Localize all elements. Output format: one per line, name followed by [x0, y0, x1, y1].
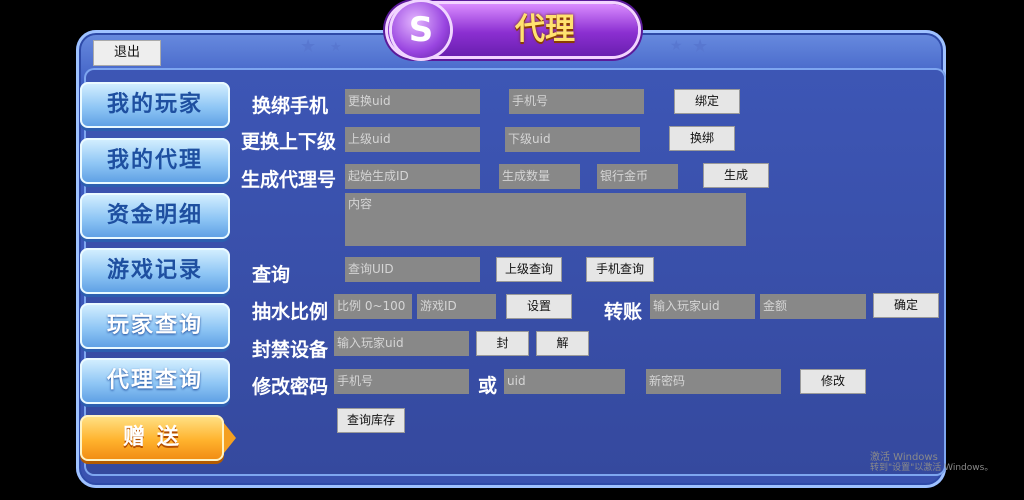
- logo-icon: S: [392, 2, 450, 58]
- or-label: 或: [478, 375, 498, 397]
- bank-coins-input[interactable]: 银行金币: [597, 164, 678, 189]
- start-id-input[interactable]: 起始生成ID: [345, 164, 480, 189]
- modify-password-button[interactable]: 修改: [800, 369, 866, 394]
- unban-button[interactable]: 解: [536, 331, 589, 356]
- ban-button[interactable]: 封: [476, 331, 529, 356]
- change-password-label: 修改密码: [252, 376, 329, 398]
- sidebar-item-player-query[interactable]: 玩家查询: [80, 303, 230, 349]
- sidebar-item-my-players[interactable]: 我的玩家: [80, 82, 230, 128]
- set-rake-button[interactable]: 设置: [506, 294, 572, 319]
- upper-uid-input[interactable]: 上级uid: [345, 127, 480, 152]
- query-inventory-button[interactable]: 查询库存: [337, 408, 405, 433]
- star-decoration-icon: ★: [330, 40, 342, 55]
- query-uid-input[interactable]: 查询UID: [345, 257, 480, 282]
- exit-button[interactable]: 退出: [93, 40, 161, 66]
- sidebar-item-agent-query[interactable]: 代理查询: [80, 358, 230, 404]
- generate-agent-label: 生成代理号: [241, 169, 337, 191]
- sidebar-item-my-agents[interactable]: 我的代理: [80, 138, 230, 184]
- password-phone-input[interactable]: 手机号: [334, 369, 469, 394]
- superior-query-button[interactable]: 上级查询: [496, 257, 562, 282]
- generate-button[interactable]: 生成: [703, 163, 769, 188]
- confirm-transfer-button[interactable]: 确定: [873, 293, 939, 318]
- rake-ratio-input[interactable]: 比例 0~100: [334, 294, 412, 319]
- change-superior-label: 更换上下级: [241, 131, 337, 153]
- password-uid-input[interactable]: uid: [504, 369, 625, 394]
- windows-activation-watermark: 激活 Windows 转到"设置"以激活 Windows。: [870, 452, 994, 473]
- lower-uid-input[interactable]: 下级uid: [505, 127, 640, 152]
- query-label: 查询: [252, 264, 291, 286]
- star-decoration-icon: ★: [300, 36, 317, 57]
- transfer-amount-input[interactable]: 金额: [760, 294, 866, 319]
- content-textarea[interactable]: 内容: [345, 193, 746, 246]
- sidebar-item-gift[interactable]: 赠 送: [80, 415, 236, 461]
- ban-player-uid-input[interactable]: 输入玩家uid: [334, 331, 469, 356]
- transfer-label: 转账: [604, 301, 643, 323]
- star-decoration-icon: ★: [692, 36, 709, 57]
- phone-query-button[interactable]: 手机查询: [586, 257, 654, 282]
- rebind-uid-input[interactable]: 更换uid: [345, 89, 480, 114]
- rebind-phone-input[interactable]: 手机号: [509, 89, 644, 114]
- star-decoration-icon: ★: [670, 38, 683, 54]
- new-password-input[interactable]: 新密码: [646, 369, 781, 394]
- sidebar-item-fund-details[interactable]: 资金明细: [80, 193, 230, 239]
- rake-ratio-label: 抽水比例: [252, 301, 329, 323]
- transfer-player-uid-input[interactable]: 输入玩家uid: [650, 294, 755, 319]
- bind-button[interactable]: 绑定: [674, 89, 740, 114]
- page-title: 代理: [515, 12, 575, 47]
- sidebar-item-game-records[interactable]: 游戏记录: [80, 248, 230, 294]
- ban-device-label: 封禁设备: [252, 339, 329, 361]
- rebind-superior-button[interactable]: 换绑: [669, 126, 735, 151]
- generate-count-input[interactable]: 生成数量: [499, 164, 580, 189]
- rake-game-id-input[interactable]: 游戏ID: [417, 294, 496, 319]
- rebind-phone-label: 换绑手机: [252, 95, 329, 117]
